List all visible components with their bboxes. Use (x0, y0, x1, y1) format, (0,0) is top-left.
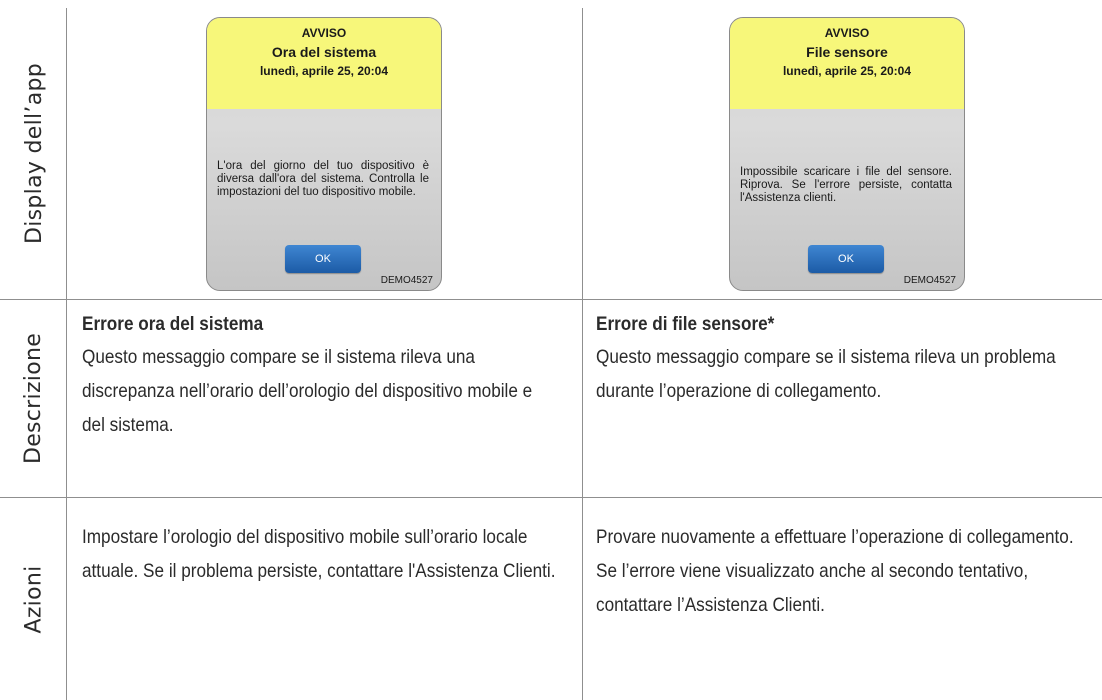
description-cell-2: Errore di file sensore* Questo messaggio… (596, 312, 1084, 408)
description-title: Errore ora del sistema (82, 313, 264, 335)
ok-button[interactable]: OK (285, 245, 361, 273)
row-label-descrizione: Descrizione (21, 332, 47, 465)
description-text: Questo messaggio compare se il sistema r… (82, 346, 533, 436)
alert-title: Ora del sistema (271, 44, 377, 60)
alert-datetime: lunedì, aprile 25, 20:04 (782, 64, 912, 78)
error-table: Display dell’app Descrizione Azioni AVVI… (0, 0, 1102, 700)
alert-type: AVVISO (301, 26, 347, 40)
alert-header: AVVISO Ora del sistema lunedì, aprile 25… (207, 18, 441, 109)
alert-header: AVVISO File sensore lunedì, aprile 25, 2… (730, 18, 964, 109)
divider (0, 497, 1102, 498)
divider (0, 299, 1102, 300)
demo-code: DEMO4527 (380, 275, 433, 286)
description-text: Questo messaggio compare se il sistema r… (596, 346, 1056, 402)
alert-datetime: lunedì, aprile 25, 20:04 (259, 64, 389, 78)
alert-type: AVVISO (824, 26, 870, 40)
app-screen-sensor-file: AVVISO File sensore lunedì, aprile 25, 2… (729, 17, 965, 291)
description-cell-1: Errore ora del sistema Questo messaggio … (82, 312, 559, 442)
divider (66, 8, 67, 700)
description-title: Errore di file sensore* (596, 313, 775, 335)
action-cell-2: Provare nuovamente a effettuare l’operaz… (596, 526, 1074, 616)
row-label-display: Display dell’app (21, 62, 47, 245)
alert-message: Impossibile scaricare i file del sensore… (740, 166, 952, 204)
divider (582, 8, 583, 700)
alert-message: L'ora del giorno del tuo dispositivo è d… (217, 160, 429, 198)
app-screen-system-time: AVVISO Ora del sistema lunedì, aprile 25… (206, 17, 442, 291)
demo-code: DEMO4527 (903, 275, 956, 286)
alert-title: File sensore (806, 44, 888, 60)
row-label-azioni: Azioni (21, 564, 47, 634)
ok-button[interactable]: OK (808, 245, 884, 273)
action-cell-1: Impostare l’orologio del dispositivo mob… (82, 526, 556, 582)
